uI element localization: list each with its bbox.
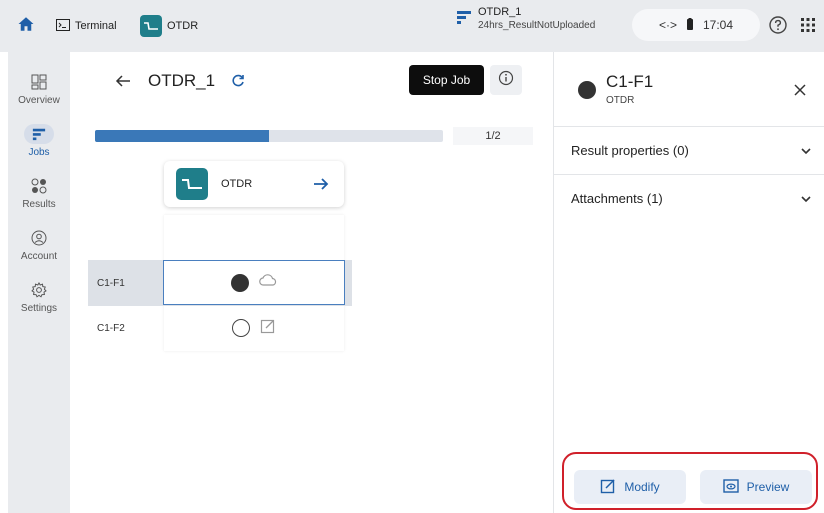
sidebar-item-label: Results — [22, 199, 56, 210]
job-progress-count: 1/2 — [453, 127, 533, 145]
chevron-down-icon — [800, 193, 812, 205]
account-icon — [24, 228, 54, 248]
top-bar: Terminal OTDR OTDR_1 24hrs_ResultNotUplo… — [0, 0, 824, 52]
battery-icon — [686, 17, 693, 33]
chevron-down-icon — [800, 145, 812, 157]
terminal-tab[interactable]: Terminal — [56, 15, 117, 37]
back-arrow-icon[interactable] — [114, 72, 132, 90]
preview-button[interactable]: Preview — [700, 470, 812, 504]
modify-button[interactable]: Modify — [574, 470, 686, 504]
page-title: OTDR_1 — [148, 71, 216, 90]
stop-job-button[interactable]: Stop Job — [409, 65, 484, 95]
attachments-label: Attachments (1) — [571, 191, 663, 206]
apps-grid-icon[interactable] — [799, 16, 817, 34]
otdr-app-icon — [140, 15, 162, 37]
sidebar-item-account[interactable]: Account — [8, 228, 70, 262]
otdr-tab-label: OTDR — [167, 20, 199, 32]
edit-icon — [260, 318, 276, 339]
sidebar-item-label: Account — [20, 251, 58, 262]
refresh-icon[interactable] — [230, 73, 246, 89]
home-button[interactable] — [14, 14, 38, 38]
otdr-tab[interactable]: OTDR — [140, 15, 198, 37]
sidebar-item-overview[interactable]: Overview — [8, 72, 70, 106]
test-card-label: OTDR — [221, 178, 253, 190]
pending-status-icon — [232, 319, 250, 337]
info-icon — [498, 70, 514, 91]
edit-icon — [600, 478, 616, 497]
help-icon[interactable] — [768, 15, 788, 35]
result-cell-c1-f1[interactable] — [163, 260, 345, 305]
sidebar-item-label: Overview — [18, 95, 60, 106]
panel-title: C1-F1 — [606, 72, 654, 91]
completed-status-icon — [578, 81, 596, 99]
jobs-icon — [456, 9, 472, 30]
terminal-icon — [56, 18, 70, 34]
network-indicator: <·> — [658, 18, 677, 32]
result-cell-c1-f2[interactable] — [164, 308, 344, 348]
sidebar: Overview Jobs Results Account Settings — [8, 52, 70, 513]
panel-subtitle: OTDR — [606, 95, 635, 106]
job-progress-bar — [95, 130, 443, 142]
status-pill[interactable]: <·> 17:04 — [632, 9, 760, 41]
close-icon[interactable] — [792, 82, 808, 98]
job-status-name: OTDR_1 — [478, 6, 522, 18]
settings-icon — [24, 280, 54, 300]
cloud-icon — [259, 273, 277, 292]
job-status-text: 24hrs_ResultNotUploaded — [478, 20, 596, 31]
sidebar-item-label: Jobs — [28, 147, 50, 158]
completed-status-icon — [231, 273, 249, 292]
result-detail-panel: C1-F1 OTDR Result properties (0) Attachm… — [553, 52, 824, 513]
sidebar-item-label: Settings — [20, 303, 58, 314]
otdr-app-icon — [176, 168, 208, 200]
sidebar-item-results[interactable]: Results — [8, 176, 70, 210]
arrow-right-icon[interactable] — [312, 175, 330, 193]
preview-button-label: Preview — [746, 480, 790, 494]
job-progress-fill — [95, 130, 269, 142]
clock: 17:04 — [702, 18, 734, 32]
info-button[interactable] — [490, 65, 522, 95]
test-card-otdr[interactable]: OTDR — [164, 161, 344, 207]
row-label-c1-f1[interactable]: C1-F1 — [97, 278, 125, 289]
overview-icon — [24, 72, 54, 92]
terminal-tab-label: Terminal — [75, 20, 117, 32]
sidebar-item-jobs[interactable]: Jobs — [8, 124, 70, 158]
result-properties-label: Result properties (0) — [571, 143, 689, 158]
sidebar-item-settings[interactable]: Settings — [8, 280, 70, 314]
job-status[interactable]: OTDR_1 24hrs_ResultNotUploaded — [456, 6, 595, 32]
row-label-c1-f2[interactable]: C1-F2 — [97, 323, 125, 334]
home-icon — [17, 15, 35, 38]
attachments-section[interactable]: Attachments (1) — [554, 174, 824, 222]
modify-button-label: Modify — [624, 480, 660, 494]
preview-icon — [722, 478, 739, 496]
results-icon — [24, 176, 54, 196]
result-properties-section[interactable]: Result properties (0) — [554, 126, 824, 174]
main-content: OTDR_1 Stop Job 1/2 OTDR C1-F1 C1-F2 — [70, 52, 553, 513]
jobs-icon — [24, 124, 54, 144]
